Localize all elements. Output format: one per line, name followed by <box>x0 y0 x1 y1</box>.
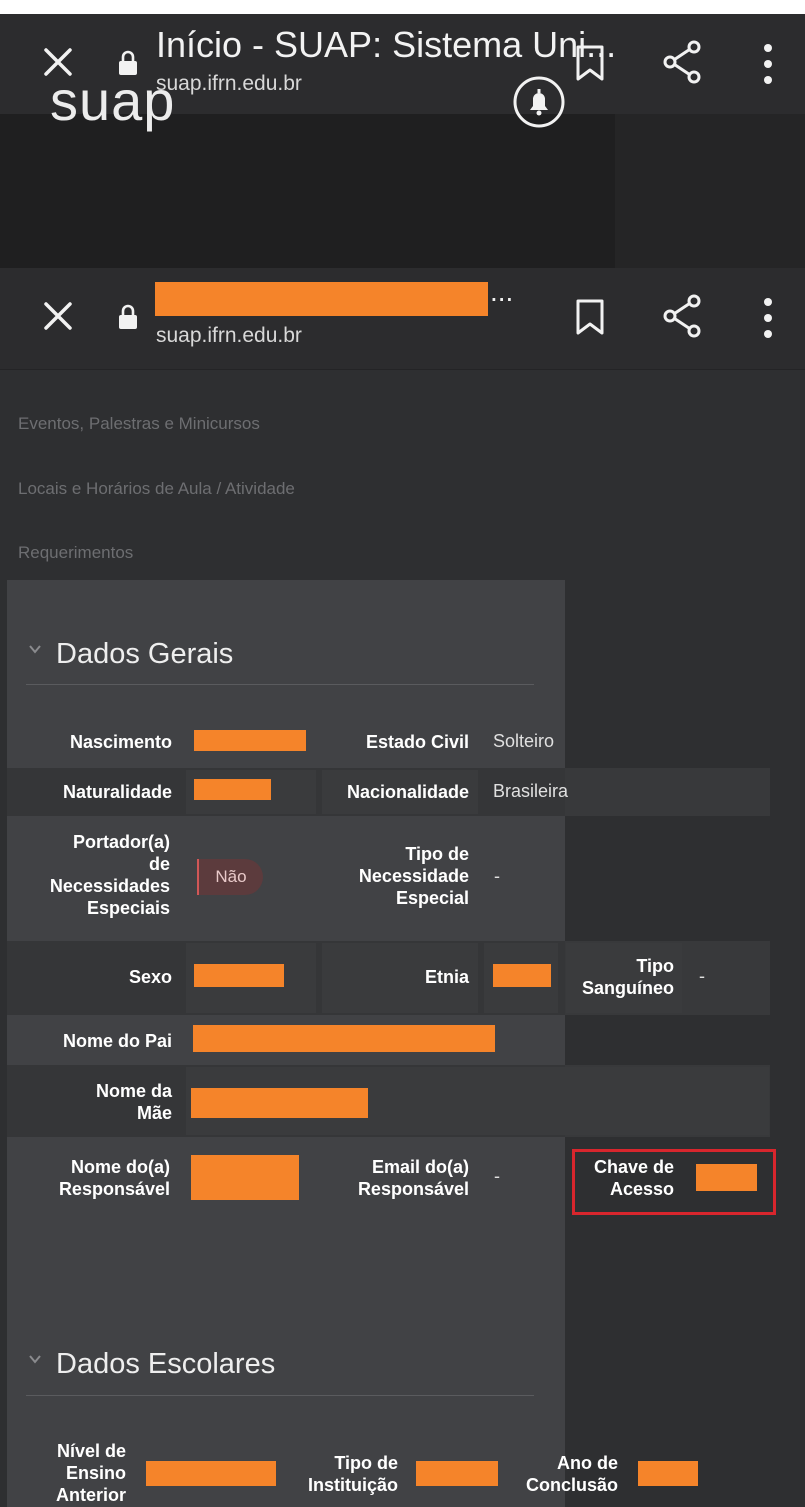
label-line: Mãe <box>136 1103 172 1123</box>
label-line: Ano de <box>557 1453 618 1473</box>
label-line: Anterior <box>55 1485 126 1505</box>
redacted-value <box>191 1088 368 1118</box>
value-tipo-necessidade: - <box>494 866 500 886</box>
row-extension <box>565 768 770 816</box>
label-line: Especiais <box>86 898 170 918</box>
highlight-box-chave-acesso <box>572 1149 776 1215</box>
label-line: Tipo de <box>405 844 469 864</box>
section-title: Dados Gerais <box>56 638 234 670</box>
value-estado-civil: Solteiro <box>493 731 555 751</box>
label-ano-conclusao: Ano de Conclusão <box>510 1452 618 1496</box>
label-estado-civil: Estado Civil <box>365 732 469 752</box>
title-ellipsis: ... <box>490 276 514 307</box>
label-nome-pai: Nome do Pai <box>62 1031 172 1051</box>
label-tipo-necessidade: Tipo de Necessidade Especial <box>316 843 469 909</box>
section-divider <box>26 684 534 685</box>
label-nacionalidade: Nacionalidade <box>346 782 469 802</box>
label-line: de <box>148 854 170 874</box>
label-sexo: Sexo <box>128 967 172 987</box>
suap-header <box>0 114 805 268</box>
label-line: Conclusão <box>525 1475 618 1495</box>
redacted-value <box>191 1155 299 1200</box>
menu-item-requerimentos[interactable]: Requerimentos <box>18 543 133 563</box>
bookmark-icon[interactable] <box>574 298 606 336</box>
label-line: Nome do(a) <box>71 1157 170 1177</box>
more-vert-icon[interactable] <box>760 40 776 88</box>
share-icon[interactable] <box>662 40 702 84</box>
label-email-responsavel: Email do(a) Responsável <box>316 1156 469 1200</box>
menu-item-locais-horarios[interactable]: Locais e Horários de Aula / Atividade <box>18 479 295 499</box>
value-tipo-sanguineo: - <box>699 966 705 986</box>
label-tipo-instituicao: Tipo de Instituição <box>290 1452 398 1496</box>
more-vert-icon[interactable] <box>760 294 776 342</box>
section-dados-escolares[interactable]: Dados Escolares <box>28 1348 275 1381</box>
share-icon[interactable] <box>662 294 702 338</box>
suap-logo[interactable]: suap <box>50 68 175 133</box>
label-line: Portador(a) <box>72 832 170 852</box>
label-line: Email do(a) <box>371 1157 469 1177</box>
lock-icon <box>119 304 137 329</box>
label-line: Nível de <box>56 1441 126 1461</box>
label-line: Nome da <box>95 1081 172 1101</box>
status-badge-nao: Não <box>197 859 263 895</box>
browser-toolbar-second: ... suap.ifrn.edu.br <box>0 268 805 370</box>
page-title: Início - SUAP: Sistema Uni... <box>156 24 617 65</box>
chevron-down-icon <box>29 1355 41 1364</box>
label-portador-necessidades: Portador(a) de Necessidades Especiais <box>20 831 170 919</box>
label-line: Tipo de <box>334 1453 398 1473</box>
label-line: Ensino <box>65 1463 126 1483</box>
label-line: Instituição <box>307 1475 398 1495</box>
value-email-responsavel: - <box>494 1166 500 1186</box>
section-dados-gerais[interactable]: Dados Gerais <box>28 638 233 671</box>
redacted-value <box>416 1461 498 1486</box>
top-crop-strip <box>0 0 805 14</box>
label-nivel-ensino: Nível de Ensino Anterior <box>20 1440 126 1506</box>
bookmark-icon[interactable] <box>574 44 606 82</box>
redacted-value <box>193 1025 495 1052</box>
page-url[interactable]: suap.ifrn.edu.br <box>156 324 302 348</box>
label-nome-responsavel: Nome do(a) Responsável <box>20 1156 170 1200</box>
section-title: Dados Escolares <box>56 1348 276 1380</box>
redacted-title <box>155 282 488 316</box>
chevron-down-icon <box>29 645 41 654</box>
label-line: Necessidades <box>49 876 170 896</box>
label-line: Tipo <box>636 956 674 976</box>
menu-item-eventos[interactable]: Eventos, Palestras e Minicursos <box>18 414 260 434</box>
value-nacionalidade: Brasileira <box>493 781 569 801</box>
label-nome-mae: Nome da Mãe <box>20 1080 172 1124</box>
header-right-panel <box>615 114 805 268</box>
label-line: Responsável <box>357 1179 469 1199</box>
page-url[interactable]: suap.ifrn.edu.br <box>156 72 302 96</box>
section-divider <box>26 1395 534 1396</box>
label-line: Responsável <box>58 1179 170 1199</box>
label-line: Especial <box>395 888 469 908</box>
redacted-value <box>194 730 306 751</box>
bell-icon[interactable] <box>512 75 566 129</box>
close-icon[interactable] <box>38 296 78 336</box>
redacted-value <box>146 1461 276 1486</box>
redacted-value <box>493 964 551 987</box>
label-line: Necessidade <box>358 866 469 886</box>
redacted-value <box>638 1461 698 1486</box>
label-etnia: Etnia <box>424 967 469 987</box>
redacted-value <box>194 964 284 987</box>
label-nascimento: Nascimento <box>69 732 172 752</box>
label-tipo-sanguineo: Tipo Sanguíneo <box>566 955 674 999</box>
label-naturalidade: Naturalidade <box>62 782 172 802</box>
redacted-value <box>194 779 271 800</box>
label-line: Sanguíneo <box>581 978 674 998</box>
